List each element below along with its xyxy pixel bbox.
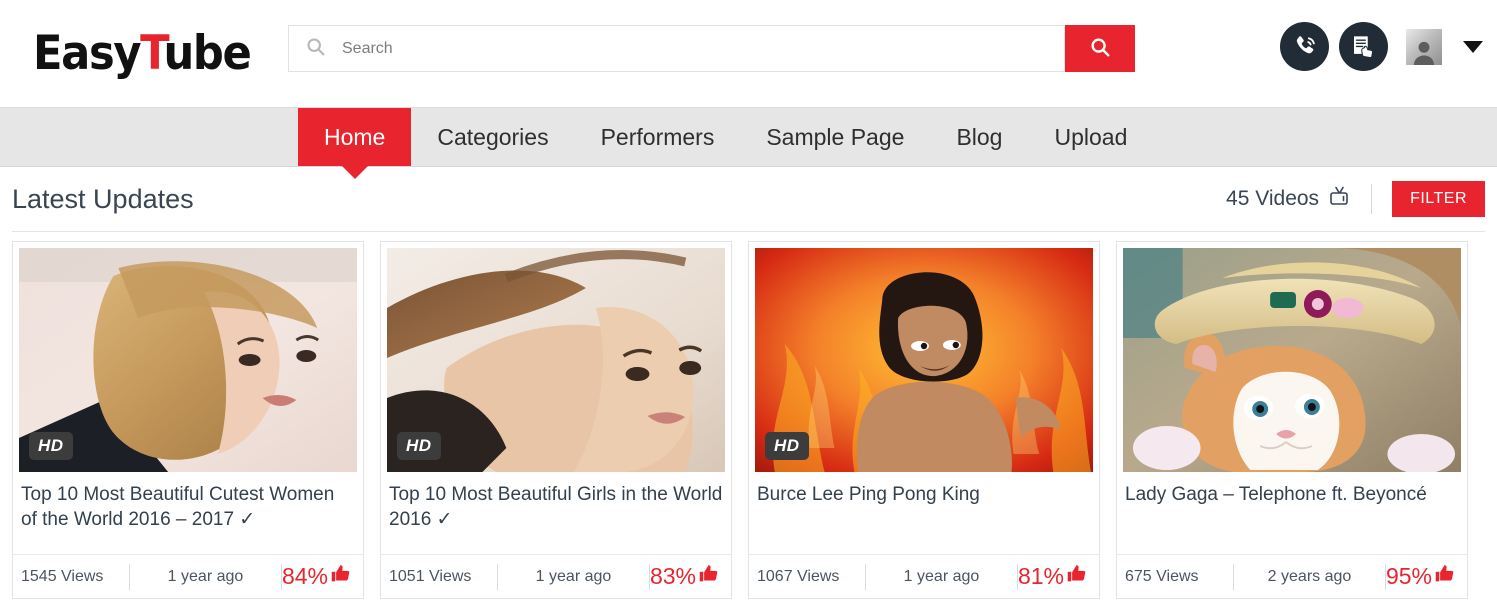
site-logo[interactable]: EasyTube bbox=[33, 30, 252, 77]
search-icon bbox=[1089, 36, 1111, 61]
thumbs-up-icon bbox=[1434, 563, 1455, 590]
rating-value: 95% bbox=[1385, 563, 1432, 589]
nav-label: Blog bbox=[956, 123, 1003, 150]
thumbs-up-icon bbox=[330, 563, 351, 590]
logo-part-easy: Easy bbox=[33, 26, 142, 81]
view-count: 1545 Views bbox=[21, 567, 104, 585]
video-count: 45 Videos bbox=[1226, 184, 1351, 214]
nav-item-performers[interactable]: Performers bbox=[575, 108, 741, 166]
page-title: Latest Updates bbox=[12, 183, 194, 214]
nav-label: Performers bbox=[600, 123, 715, 150]
phone-call-icon[interactable] bbox=[1280, 22, 1329, 71]
nav-item-categories[interactable]: Categories bbox=[411, 108, 574, 166]
divider bbox=[1371, 184, 1373, 214]
video-meta: 1051 Views 1 year ago 83% bbox=[381, 554, 731, 598]
rating: 83% bbox=[650, 563, 723, 590]
search-input[interactable] bbox=[342, 39, 1032, 58]
rating: 81% bbox=[1018, 563, 1091, 590]
filter-button[interactable]: FILTER bbox=[1392, 181, 1485, 217]
search-icon bbox=[305, 36, 326, 62]
video-thumbnail[interactable] bbox=[1123, 248, 1461, 472]
logo-part-t: T bbox=[140, 26, 165, 81]
video-meta: 675 Views 2 years ago 95% bbox=[1117, 554, 1467, 598]
hd-badge: HD bbox=[765, 432, 809, 460]
rating: 95% bbox=[1386, 563, 1459, 590]
video-count-label: 45 Videos bbox=[1226, 187, 1320, 210]
rating-value: 84% bbox=[281, 563, 328, 589]
search-box[interactable] bbox=[288, 25, 1065, 72]
video-card[interactable]: HD Top 10 Most Beautiful Girls in the Wo… bbox=[380, 241, 732, 599]
thumbs-up-icon bbox=[698, 563, 719, 590]
video-thumbnail[interactable]: HD bbox=[19, 248, 357, 472]
nav-label: Categories bbox=[437, 123, 549, 150]
nav-item-blog[interactable]: Blog bbox=[930, 108, 1028, 166]
video-title[interactable]: Burce Lee Ping Pong King bbox=[749, 472, 1099, 554]
nav-label: Home bbox=[324, 123, 386, 150]
document-hand-icon[interactable] bbox=[1339, 22, 1388, 71]
upload-age: 2 years ago bbox=[1267, 567, 1352, 585]
upload-age: 1 year ago bbox=[535, 567, 612, 585]
thumbs-up-icon bbox=[1066, 563, 1087, 590]
nav-item-home[interactable]: Home bbox=[298, 108, 412, 166]
upload-age: 1 year ago bbox=[903, 567, 980, 585]
video-meta: 1545 Views 1 year ago 84% bbox=[13, 554, 363, 598]
view-count: 1067 Views bbox=[757, 567, 840, 585]
site-header: EasyTube bbox=[0, 0, 1497, 107]
hd-badge: HD bbox=[397, 432, 441, 460]
video-title[interactable]: Top 10 Most Beautiful Cutest Women of th… bbox=[13, 472, 363, 554]
rating-value: 83% bbox=[649, 563, 696, 589]
rating-value: 81% bbox=[1017, 563, 1064, 589]
search-submit-button[interactable] bbox=[1065, 25, 1135, 72]
hd-badge: HD bbox=[29, 432, 73, 460]
nav-item-upload[interactable]: Upload bbox=[1028, 108, 1153, 166]
view-count: 1051 Views bbox=[389, 567, 472, 585]
rating: 84% bbox=[282, 563, 355, 590]
tv-icon bbox=[1327, 184, 1351, 214]
video-thumbnail[interactable]: HD bbox=[755, 248, 1093, 472]
logo-part-ube: ube bbox=[163, 26, 251, 81]
view-count: 675 Views bbox=[1125, 567, 1199, 585]
upload-age: 1 year ago bbox=[167, 567, 244, 585]
chevron-down-icon[interactable] bbox=[1463, 40, 1483, 53]
nav-label: Sample Page bbox=[766, 123, 905, 150]
main-navigation: Home Categories Performers Sample Page B… bbox=[0, 107, 1497, 167]
nav-item-sample-page[interactable]: Sample Page bbox=[740, 108, 930, 166]
video-thumbnail[interactable]: HD bbox=[387, 248, 725, 472]
header-actions bbox=[1280, 22, 1483, 71]
video-title[interactable]: Top 10 Most Beautiful Girls in the World… bbox=[381, 472, 731, 554]
video-meta: 1067 Views 1 year ago 81% bbox=[749, 554, 1099, 598]
section-header-right: 45 Videos FILTER bbox=[1226, 181, 1485, 217]
thumbnail-image bbox=[1123, 248, 1461, 472]
video-grid: HD Top 10 Most Beautiful Cutest Women of… bbox=[0, 232, 1497, 599]
user-avatar-icon[interactable] bbox=[1406, 28, 1442, 65]
video-card[interactable]: HD Top 10 Most Beautiful Cutest Women of… bbox=[12, 241, 364, 599]
section-header: Latest Updates 45 Videos FILTER bbox=[12, 167, 1485, 232]
nav-label: Upload bbox=[1054, 123, 1128, 150]
video-card[interactable]: Lady Gaga – Telephone ft. Beyoncé 675 Vi… bbox=[1116, 241, 1468, 599]
video-card[interactable]: HD Burce Lee Ping Pong King 1067 Views 1… bbox=[748, 241, 1100, 599]
video-title[interactable]: Lady Gaga – Telephone ft. Beyoncé bbox=[1117, 472, 1467, 554]
search-bar bbox=[288, 25, 1135, 72]
